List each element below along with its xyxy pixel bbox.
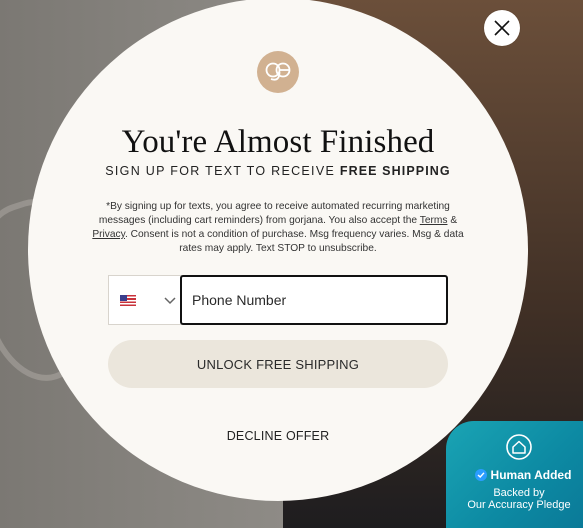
brand-logo [257, 51, 299, 93]
us-flag-icon [120, 294, 136, 306]
legal-text-part2: . Consent is not a condition of purchase… [125, 229, 464, 254]
close-button[interactable] [484, 10, 520, 46]
accuracy-pledge-badge[interactable]: Human Added Backed by Our Accuracy Pledg… [446, 421, 583, 528]
terms-link[interactable]: Terms [420, 215, 448, 226]
legal-disclaimer: *By signing up for texts, you agree to r… [84, 200, 472, 256]
legal-text-part1: *By signing up for texts, you agree to r… [98, 201, 450, 226]
checkmark-icon [474, 469, 487, 481]
home-icon [506, 434, 532, 460]
legal-ampersand: & [447, 215, 458, 226]
decline-offer-button[interactable]: DECLINE OFFER [178, 426, 378, 446]
phone-entry-row [108, 275, 448, 325]
badge-line1: Backed by [493, 487, 545, 499]
subtitle-text: SIGN UP FOR TEXT TO RECEIVE [105, 164, 340, 178]
badge-title: Human Added [490, 468, 572, 482]
country-selector[interactable] [108, 275, 182, 325]
privacy-link[interactable]: Privacy [92, 229, 125, 240]
phone-number-input[interactable] [180, 275, 448, 325]
chevron-down-icon [164, 297, 176, 305]
badge-title-row: Human Added [461, 468, 583, 482]
gorjana-logo [265, 62, 291, 81]
close-icon [494, 20, 510, 36]
badge-line2: Our Accuracy Pledge [467, 499, 571, 511]
modal-title: You're Almost Finished [121, 124, 435, 160]
modal-subtitle: SIGN UP FOR TEXT TO RECEIVE FREE SHIPPIN… [60, 164, 496, 178]
badge-subtitle: Backed by Our Accuracy Pledge [451, 487, 583, 511]
unlock-free-shipping-button[interactable]: UNLOCK FREE SHIPPING [108, 340, 448, 388]
subtitle-highlight: FREE SHIPPING [339, 164, 451, 178]
